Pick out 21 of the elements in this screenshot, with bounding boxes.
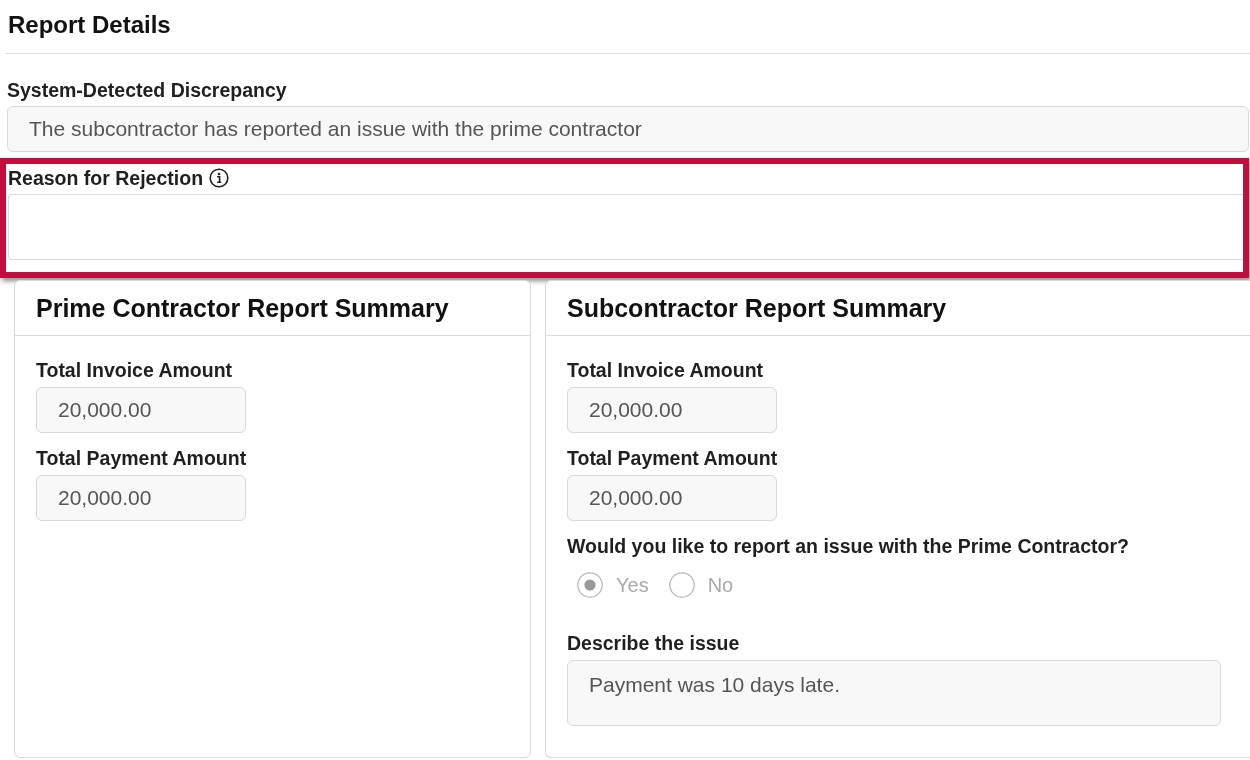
card-title: Prime Contractor Report Summary [36, 293, 449, 323]
description-field: Payment was 10 days late. [567, 660, 1221, 726]
field-label: System-Detected Discrepancy [7, 78, 287, 102]
discrepancy-field: The subcontractor has reported an issue with the prime contractor [7, 106, 1249, 152]
question-label: Would you like to report an issue with the Prime Contractor? [567, 534, 1129, 558]
page-title: Report Details [8, 10, 171, 40]
amount-field: 20,000.00 [567, 387, 777, 433]
amount-field: 20,000.00 [567, 475, 777, 521]
amount-field: 20,000.00 [36, 387, 246, 433]
field-label: Total Invoice Amount [567, 358, 764, 382]
reason-textarea[interactable] [8, 194, 1243, 260]
field-label: Total Payment Amount [36, 446, 247, 470]
radio-option: No [668, 572, 734, 598]
card-title: Subcontractor Report Summary [567, 293, 947, 323]
field-label: Total Invoice Amount [36, 358, 233, 382]
radio-option: Yes [577, 572, 649, 598]
field-label: Total Payment Amount [567, 446, 778, 470]
info-icon [209, 168, 230, 188]
field-label: Reason for Rejection [8, 166, 204, 190]
amount-field: 20,000.00 [36, 475, 246, 521]
field-label: Describe the issue [567, 631, 740, 655]
